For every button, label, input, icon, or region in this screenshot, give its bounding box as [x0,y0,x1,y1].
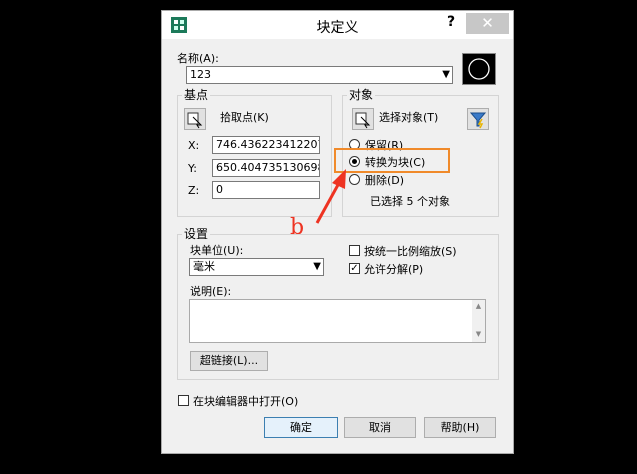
objects-title: 对象 [347,86,376,103]
chevron-down-icon: ▼ [442,69,450,80]
block-preview [462,53,496,85]
selected-objects-count: 已选择 5 个对象 [370,195,450,208]
pick-point-icon [187,112,203,129]
hyperlink-button[interactable]: 超链接(L)... [190,351,268,371]
scale-uniformly-checkbox[interactable] [349,245,360,256]
block-definition-dialog: 块定义 ? ✕ 名称(A): 123 ▼ 基点 拾取点(K) X: 746.43… [161,10,514,454]
open-in-block-editor-label: 在块编辑器中打开(O) [193,395,299,408]
help-question-button[interactable]: ? [447,14,455,30]
block-unit-select[interactable]: 毫米 ▼ [189,258,324,276]
base-point-title: 基点 [182,86,211,103]
name-label: 名称(A): [177,52,219,65]
quick-select-button[interactable] [467,108,489,130]
block-name-value: 123 [190,68,211,81]
cancel-button[interactable]: 取消 [344,417,416,438]
block-unit-label: 块单位(U): [190,244,244,257]
pick-point-button[interactable] [184,108,206,130]
help-button[interactable]: 帮助(H) [424,417,496,438]
settings-title: 设置 [182,225,211,242]
close-button[interactable]: ✕ [466,13,509,34]
circle-preview-icon [468,58,490,80]
block-unit-value: 毫米 [193,260,215,273]
annotation-arrow-icon [315,169,346,224]
x-label: X: [188,139,200,152]
dialog-title: 块定义 [316,20,359,36]
description-label: 说明(E): [190,285,232,298]
y-label: Y: [188,162,197,175]
z-label: Z: [188,184,200,197]
allow-exploding-checkbox[interactable]: ✓ [349,263,360,274]
scroll-down-icon: ▼ [475,330,482,338]
select-objects-button[interactable] [352,108,374,130]
select-objects-label: 选择对象(T) [379,111,439,124]
delete-label: 删除(D) [365,174,405,187]
block-name-combobox[interactable]: 123 ▼ [186,66,453,84]
ok-button[interactable]: 确定 [264,417,338,438]
pick-point-label: 拾取点(K) [220,111,269,124]
scale-uniformly-label: 按统一比例缩放(S) [364,245,457,258]
open-in-block-editor-checkbox[interactable] [178,395,189,406]
description-scrollbar[interactable]: ▲ ▼ [472,300,485,342]
x-coordinate-input[interactable]: 746.4362234122072 [212,136,320,154]
chevron-down-icon: ▼ [313,261,321,272]
select-objects-icon [355,112,371,129]
funnel-filter-icon [469,112,487,129]
description-textarea[interactable]: ▲ ▼ [189,299,486,343]
scroll-up-icon: ▲ [475,302,482,310]
allow-exploding-label: 允许分解(P) [364,263,424,276]
title-bar: 块定义 ? ✕ [162,11,513,39]
